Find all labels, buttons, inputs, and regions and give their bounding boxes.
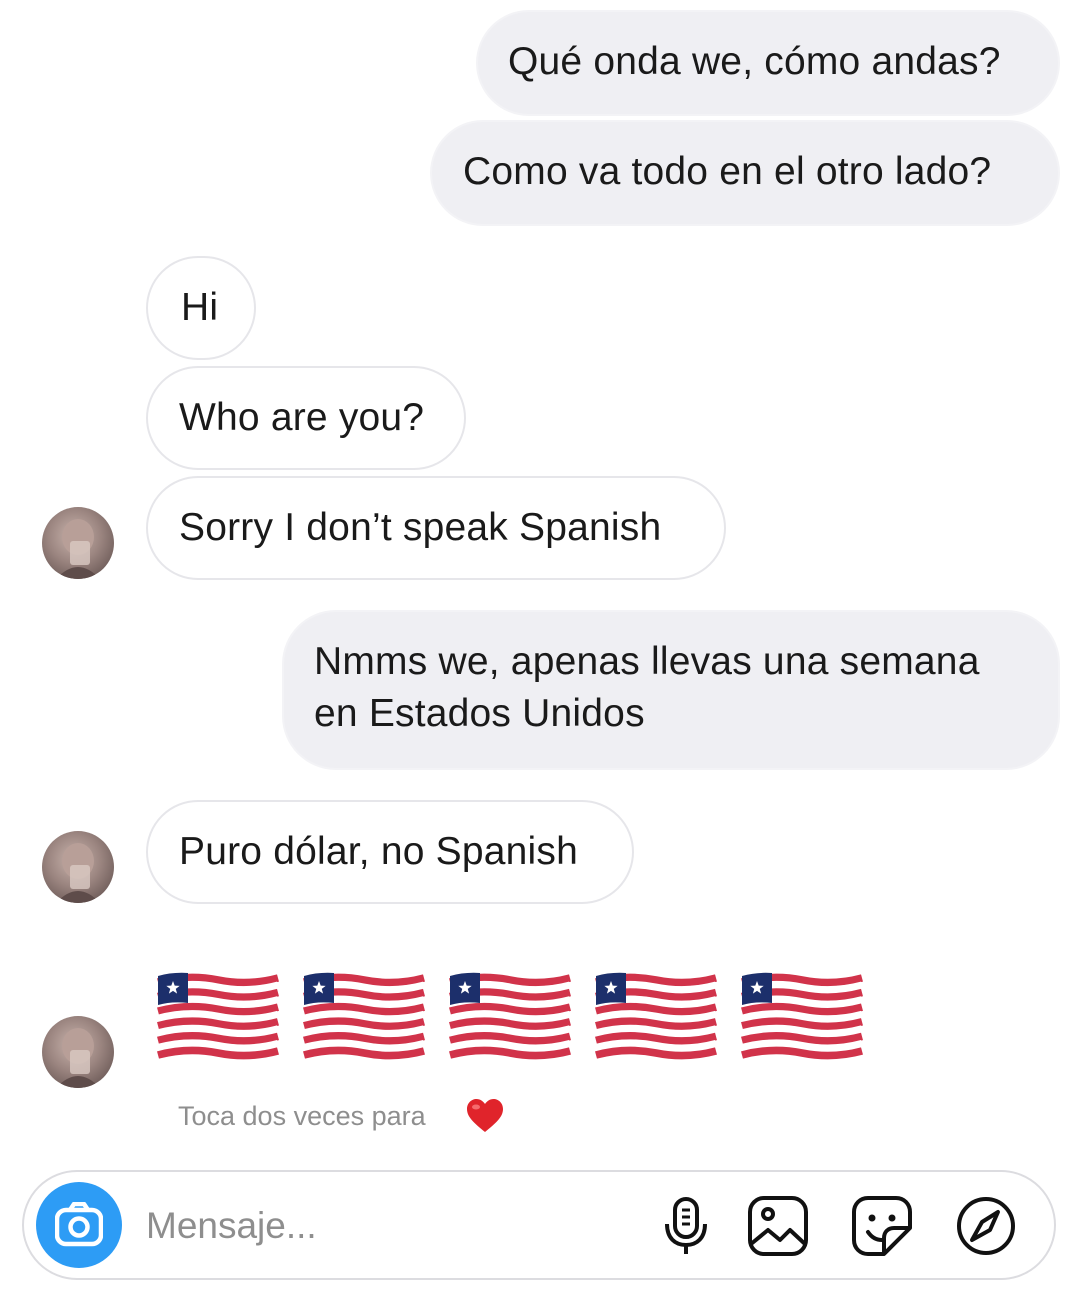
outgoing-message[interactable]: Como va todo en el otro lado? — [432, 122, 1058, 224]
camera-button[interactable] — [36, 1182, 122, 1268]
liberia-flag-emoji — [741, 972, 863, 1060]
liberia-flag-emoji — [595, 972, 717, 1060]
microphone-icon[interactable] — [654, 1194, 718, 1258]
incoming-message[interactable]: Who are you? — [146, 366, 466, 470]
liberia-flag-emoji — [157, 972, 279, 1060]
message-composer — [22, 1170, 1056, 1280]
message-text: Hi — [181, 286, 219, 329]
message-text: Sorry I don’t speak Spanish — [179, 506, 662, 549]
red-heart-icon — [467, 1099, 503, 1132]
contact-avatar[interactable] — [42, 1016, 114, 1088]
liberia-flag-emoji — [449, 972, 571, 1060]
message-text: Como va todo en el otro lado? — [463, 150, 992, 193]
liberia-flag-emoji — [303, 972, 425, 1060]
message-text: Puro dólar, no Spanish — [179, 830, 579, 873]
message-text-line: Nmms we, apenas llevas una semana — [314, 640, 980, 683]
outgoing-message[interactable]: Qué onda we, cómo andas? — [478, 12, 1058, 114]
sticker-icon[interactable] — [850, 1194, 914, 1258]
message-text: Qué onda we, cómo andas? — [508, 40, 1001, 83]
reaction-hint: Toca dos veces para — [178, 1101, 426, 1131]
gallery-icon[interactable] — [746, 1194, 810, 1258]
camera-icon — [55, 1202, 103, 1247]
incoming-message[interactable]: Hi — [146, 256, 256, 360]
contact-avatar[interactable] — [42, 507, 114, 579]
outgoing-message[interactable]: Nmms we, apenas llevas una semana en Est… — [284, 612, 1058, 768]
message-text: Who are you? — [179, 396, 425, 439]
contact-avatar[interactable] — [42, 831, 114, 903]
emoji-message[interactable] — [156, 970, 876, 1065]
message-input[interactable] — [146, 1198, 626, 1254]
incoming-message[interactable]: Sorry I don’t speak Spanish — [146, 476, 726, 580]
message-text-line: en Estados Unidos — [314, 692, 645, 735]
incoming-message[interactable]: Puro dólar, no Spanish — [146, 800, 634, 904]
compass-icon[interactable] — [954, 1194, 1018, 1258]
